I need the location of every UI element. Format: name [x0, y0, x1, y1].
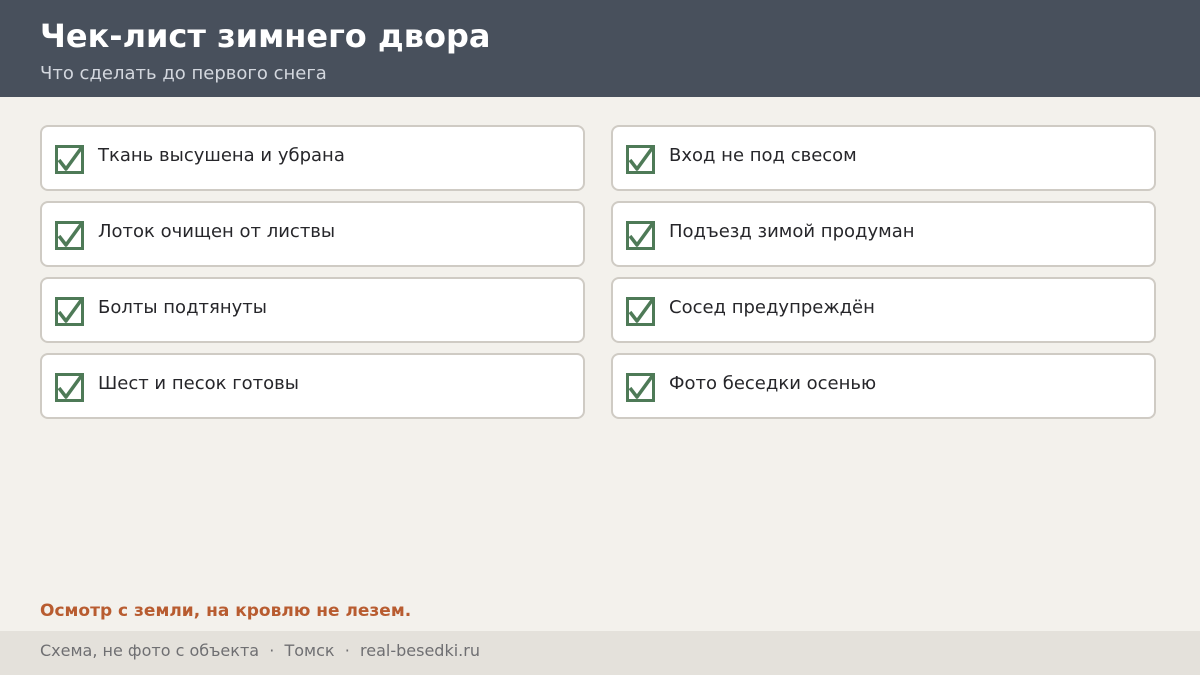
checklist-item: Вход не под свесом — [611, 125, 1156, 191]
checklist-item-label: Шест и песок готовы — [98, 373, 299, 394]
checkbox-checked-icon[interactable] — [55, 145, 85, 175]
footer-text: Схема, не фото с объекта · Томск · real-… — [40, 641, 480, 660]
checklist-item: Сосед предупреждён — [611, 277, 1156, 343]
checkbox-checked-icon[interactable] — [626, 145, 656, 175]
checklist-item-label: Вход не под свесом — [669, 145, 857, 166]
checklist-item-label: Лоток очищен от листвы — [98, 221, 336, 242]
checklist-item-label: Ткань высушена и убрана — [98, 145, 345, 166]
checklist-item: Лоток очищен от листвы — [40, 201, 585, 267]
checklist-item-label: Болты подтянуты — [98, 297, 267, 318]
checklist-item-label: Подъезд зимой продуман — [669, 221, 915, 242]
checklist-item: Шест и песок готовы — [40, 353, 585, 419]
checkbox-checked-icon[interactable] — [55, 297, 85, 327]
checkbox-checked-icon[interactable] — [626, 297, 656, 327]
warning-note: Осмотр с земли, на кровлю не лезем. — [40, 601, 412, 621]
page-title: Чек-лист зимнего двора — [40, 17, 491, 55]
page-subtitle: Что сделать до первого снега — [40, 63, 327, 84]
checklist-item-label: Сосед предупреждён — [669, 297, 875, 318]
checkbox-checked-icon[interactable] — [626, 221, 656, 251]
checkbox-checked-icon[interactable] — [55, 373, 85, 403]
checklist-item: Ткань высушена и убрана — [40, 125, 585, 191]
checklist-item-label: Фото беседки осенью — [669, 373, 877, 394]
checkbox-checked-icon[interactable] — [626, 373, 656, 403]
checklist-item: Фото беседки осенью — [611, 353, 1156, 419]
checklist-item: Болты подтянуты — [40, 277, 585, 343]
checkbox-checked-icon[interactable] — [55, 221, 85, 251]
checklist-grid: Ткань высушена и убрана Вход не под свес… — [40, 125, 1156, 419]
header-bar: Чек-лист зимнего двора Что сделать до пе… — [0, 0, 1200, 97]
footer-bar: Схема, не фото с объекта · Томск · real-… — [0, 631, 1200, 675]
checklist-item: Подъезд зимой продуман — [611, 201, 1156, 267]
